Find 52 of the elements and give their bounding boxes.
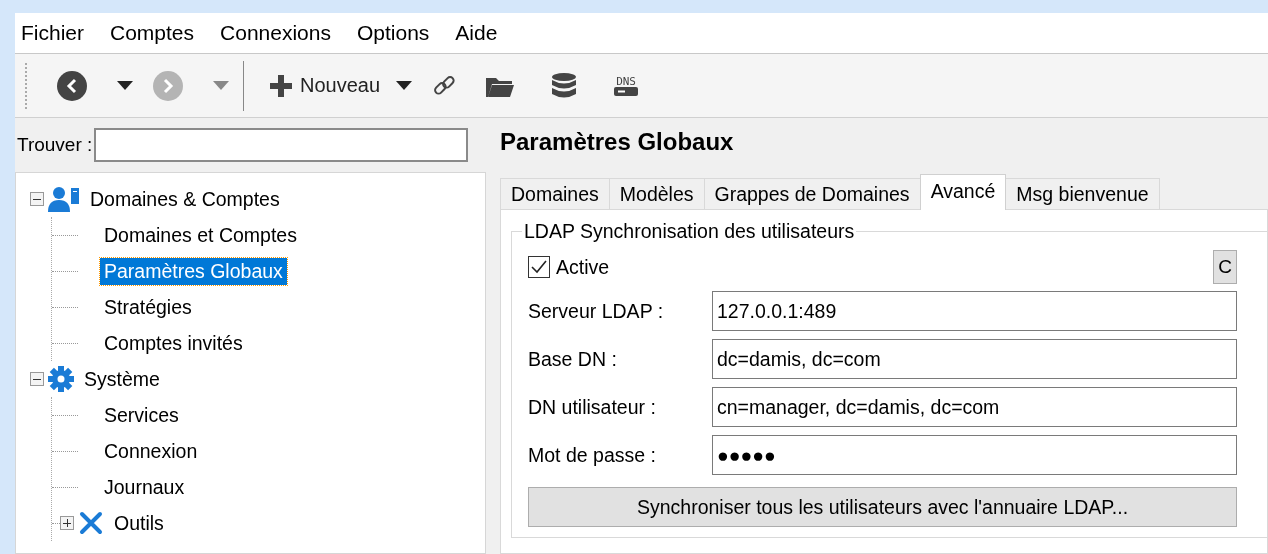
dns-button[interactable]: DNS xyxy=(608,71,645,100)
gear-icon xyxy=(48,366,74,392)
tab[interactable]: Msg bienvenue xyxy=(1005,178,1160,210)
tree-item[interactable]: Paramètres Globaux xyxy=(100,257,287,285)
tab[interactable]: Avancé xyxy=(919,174,1007,210)
search-field[interactable] xyxy=(94,128,469,162)
field-label: DN utilisateur : xyxy=(528,395,657,419)
tree-item[interactable]: Journaux xyxy=(100,473,189,501)
side-button[interactable]: C xyxy=(1213,250,1237,284)
caret-icon xyxy=(396,80,413,91)
expand-icon[interactable] xyxy=(60,516,74,530)
link-icon xyxy=(432,73,457,98)
checkbox-label: Active xyxy=(556,255,610,279)
group-title: LDAP Synchronisation des utilisateurs xyxy=(523,220,856,243)
panel-title: Paramètres Globaux xyxy=(500,128,735,157)
tab[interactable]: Domaines xyxy=(500,178,610,210)
search-label: Trouver : xyxy=(16,134,93,156)
server-icon xyxy=(614,86,639,96)
tree-item[interactable]: Services xyxy=(100,401,183,429)
tools-icon xyxy=(78,510,104,536)
back-icon xyxy=(57,70,87,101)
checkbox[interactable] xyxy=(528,256,550,278)
field-label: Serveur LDAP : xyxy=(528,299,665,323)
menu-item[interactable]: Connexions xyxy=(216,21,343,45)
collapse-icon[interactable] xyxy=(30,372,44,386)
forward-icon xyxy=(153,70,183,101)
tree-item[interactable]: Domaines & Comptes xyxy=(86,185,284,213)
tree-item[interactable]: Outils xyxy=(110,509,168,537)
tree-item[interactable]: Connexion xyxy=(100,437,202,465)
plus-icon xyxy=(270,74,292,97)
input-field[interactable]: ●●●●● xyxy=(712,435,1237,475)
input-field[interactable]: dc=damis, dc=com xyxy=(712,339,1237,379)
dns-label: DNS xyxy=(616,75,636,87)
caret-icon xyxy=(117,80,133,91)
input-field[interactable]: cn=manager, dc=damis, dc=com xyxy=(712,387,1237,427)
tree-item[interactable]: Comptes invités xyxy=(100,329,247,357)
tree-item[interactable]: Système xyxy=(80,365,164,393)
menu-item[interactable]: Comptes xyxy=(106,21,207,45)
database-icon xyxy=(552,72,577,99)
accounts-icon xyxy=(48,186,80,212)
menu-item[interactable]: Aide xyxy=(451,21,510,45)
caret-icon xyxy=(213,80,229,91)
tree-item[interactable]: Domaines et Comptes xyxy=(100,221,301,249)
menu-item[interactable]: Options xyxy=(352,21,442,45)
field-label: Mot de passe : xyxy=(528,443,657,467)
collapse-icon[interactable] xyxy=(30,192,44,206)
menu-item[interactable]: Fichier xyxy=(17,21,96,45)
new-button[interactable]: Nouveau xyxy=(264,70,387,101)
tree-item[interactable]: Stratégies xyxy=(100,293,196,321)
sync-button[interactable]: Synchroniser tous les utilisateurs avec l'annuaire LDAP... xyxy=(528,487,1237,527)
field-label: Base DN : xyxy=(528,347,618,371)
input-field[interactable]: 127.0.0.1:489 xyxy=(712,291,1237,331)
